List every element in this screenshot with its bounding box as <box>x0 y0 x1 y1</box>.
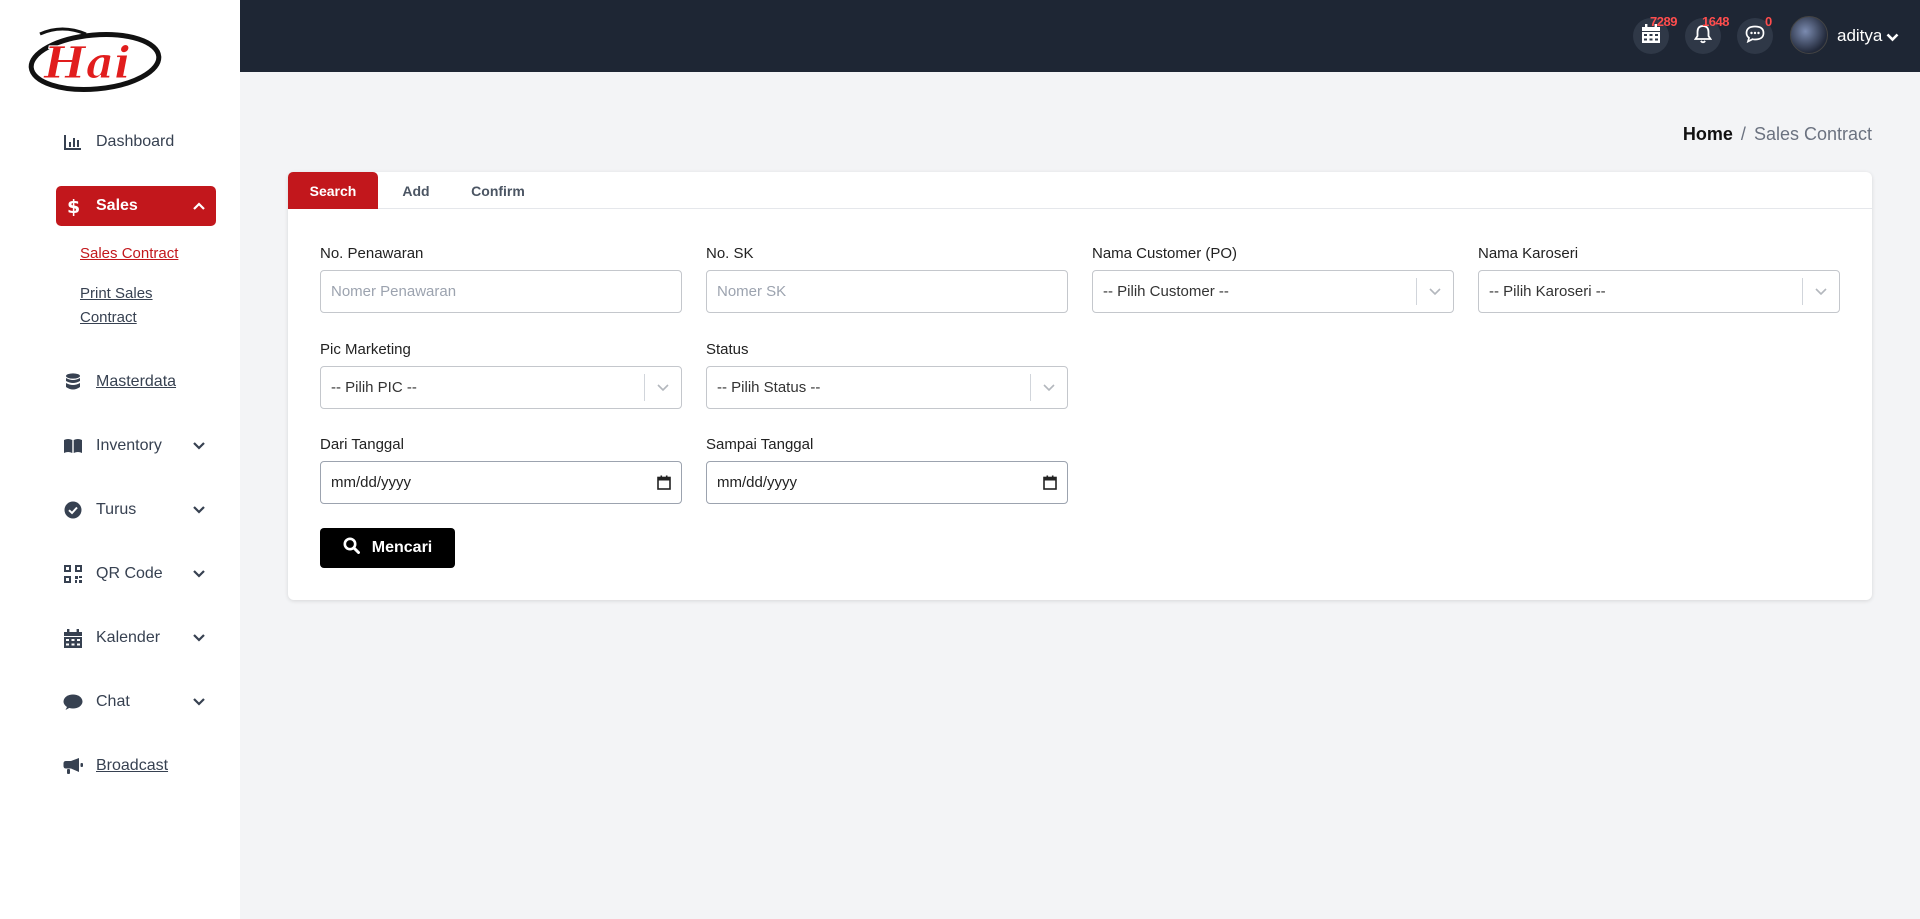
nav-broadcast[interactable]: Broadcast <box>56 746 216 786</box>
chevron-down-icon <box>192 567 206 581</box>
status-select-value: -- Pilih Status -- <box>717 379 821 396</box>
tab-confirm[interactable]: Confirm <box>454 172 542 209</box>
chevron-down-icon[interactable] <box>1886 29 1899 47</box>
svg-text:$: $ <box>67 196 80 216</box>
search-button-label: Mencari <box>371 539 433 556</box>
nav-kalender[interactable]: Kalender <box>56 618 216 658</box>
chevron-down-icon <box>192 695 206 709</box>
book-icon <box>63 436 83 456</box>
chevron-down-icon <box>192 631 206 645</box>
nav-sales-label: Sales <box>96 197 138 214</box>
calendar-count-badge: 7289 <box>1650 14 1677 29</box>
nama-customer-label: Nama Customer (PO) <box>1092 245 1238 262</box>
tab-add[interactable]: Add <box>378 172 454 209</box>
user-name[interactable]: aditya <box>1837 26 1882 46</box>
chevron-up-icon <box>192 199 206 213</box>
nav-broadcast-label: Broadcast <box>96 757 169 774</box>
nav-kalender-label: Kalender <box>96 629 161 646</box>
chevron-down-icon <box>192 503 206 517</box>
qr-code-icon <box>63 564 83 584</box>
nav-chat[interactable]: Chat <box>56 682 216 722</box>
chevron-down-icon <box>1031 383 1067 392</box>
sampai-tanggal-value: mm/dd/yyyy <box>717 474 798 491</box>
avatar[interactable] <box>1790 16 1828 54</box>
sidebar: Hai Dashboard $ Sales Sales Contract Pri… <box>0 0 240 919</box>
search-button[interactable]: Mencari <box>320 528 455 568</box>
nav-sales[interactable]: $ Sales <box>56 186 216 226</box>
chevron-down-icon <box>1803 287 1839 296</box>
nav-masterdata-label: Masterdata <box>96 373 177 390</box>
karoseri-select[interactable]: -- Pilih Karoseri -- <box>1478 270 1840 313</box>
nav-qr-code-label: QR Code <box>96 565 163 582</box>
nav-inventory-label: Inventory <box>96 437 162 454</box>
nav-turus-label: Turus <box>96 501 137 518</box>
brand-logo[interactable]: Hai <box>22 22 168 98</box>
tab-search[interactable]: Search <box>288 172 378 209</box>
dari-tanggal-value: mm/dd/yyyy <box>331 474 412 491</box>
status-select[interactable]: -- Pilih Status -- <box>706 366 1068 409</box>
no-penawaran-label: No. Penawaran <box>320 245 424 262</box>
megaphone-icon <box>63 756 83 776</box>
nav-chat-label: Chat <box>96 693 130 710</box>
sampai-tanggal-label: Sampai Tanggal <box>706 436 814 453</box>
nav-masterdata[interactable]: Masterdata <box>56 362 216 402</box>
tab-bar: Search Add Confirm <box>288 172 1872 209</box>
nav-sales-contract[interactable]: Sales Contract <box>80 242 178 266</box>
dari-tanggal-input[interactable]: mm/dd/yyyy <box>320 461 682 504</box>
chat-bubble-icon <box>1745 25 1765 48</box>
database-icon <box>63 372 83 392</box>
pic-select[interactable]: -- Pilih PIC -- <box>320 366 682 409</box>
bar-chart-icon <box>63 132 83 152</box>
customer-select[interactable]: -- Pilih Customer -- <box>1092 270 1454 313</box>
logo-wordmark: Hai <box>42 38 131 89</box>
no-penawaran-input[interactable] <box>320 270 682 313</box>
check-circle-icon <box>63 500 83 520</box>
nav-turus[interactable]: Turus <box>56 490 216 530</box>
breadcrumb-home[interactable]: Home <box>1683 124 1733 145</box>
chevron-down-icon <box>645 383 681 392</box>
dari-tanggal-label: Dari Tanggal <box>320 436 404 453</box>
pic-marketing-label: Pic Marketing <box>320 341 411 358</box>
dollar-icon: $ <box>63 196 83 216</box>
no-sk-label: No. SK <box>706 245 754 262</box>
nav-qr-code[interactable]: QR Code <box>56 554 216 594</box>
breadcrumb-separator: / <box>1740 124 1746 144</box>
calendar-icon[interactable] <box>1043 475 1057 490</box>
calendar-icon <box>63 628 83 648</box>
nav-print-sales-contract[interactable]: Print Sales Contract <box>80 282 190 330</box>
nav-inventory[interactable]: Inventory <box>56 426 216 466</box>
customer-select-value: -- Pilih Customer -- <box>1103 283 1229 300</box>
chat-bubble-icon <box>63 692 83 712</box>
nav-dashboard[interactable]: Dashboard <box>56 122 216 162</box>
sampai-tanggal-input[interactable]: mm/dd/yyyy <box>706 461 1068 504</box>
chevron-down-icon <box>192 439 206 453</box>
chevron-down-icon <box>1417 287 1453 296</box>
karoseri-select-value: -- Pilih Karoseri -- <box>1489 283 1606 300</box>
status-label: Status <box>706 341 749 358</box>
calendar-icon[interactable] <box>657 475 671 490</box>
no-sk-input[interactable] <box>706 270 1068 313</box>
notification-count-badge: 1648 <box>1702 14 1729 29</box>
message-count-badge: 0 <box>1765 14 1772 29</box>
nav-dashboard-label: Dashboard <box>96 133 175 150</box>
breadcrumb-current: Sales Contract <box>1753 124 1872 144</box>
breadcrumb: Home / Sales Contract <box>1683 124 1872 145</box>
nama-karoseri-label: Nama Karoseri <box>1478 245 1579 262</box>
pic-select-value: -- Pilih PIC -- <box>331 379 417 396</box>
search-icon <box>343 537 360 559</box>
